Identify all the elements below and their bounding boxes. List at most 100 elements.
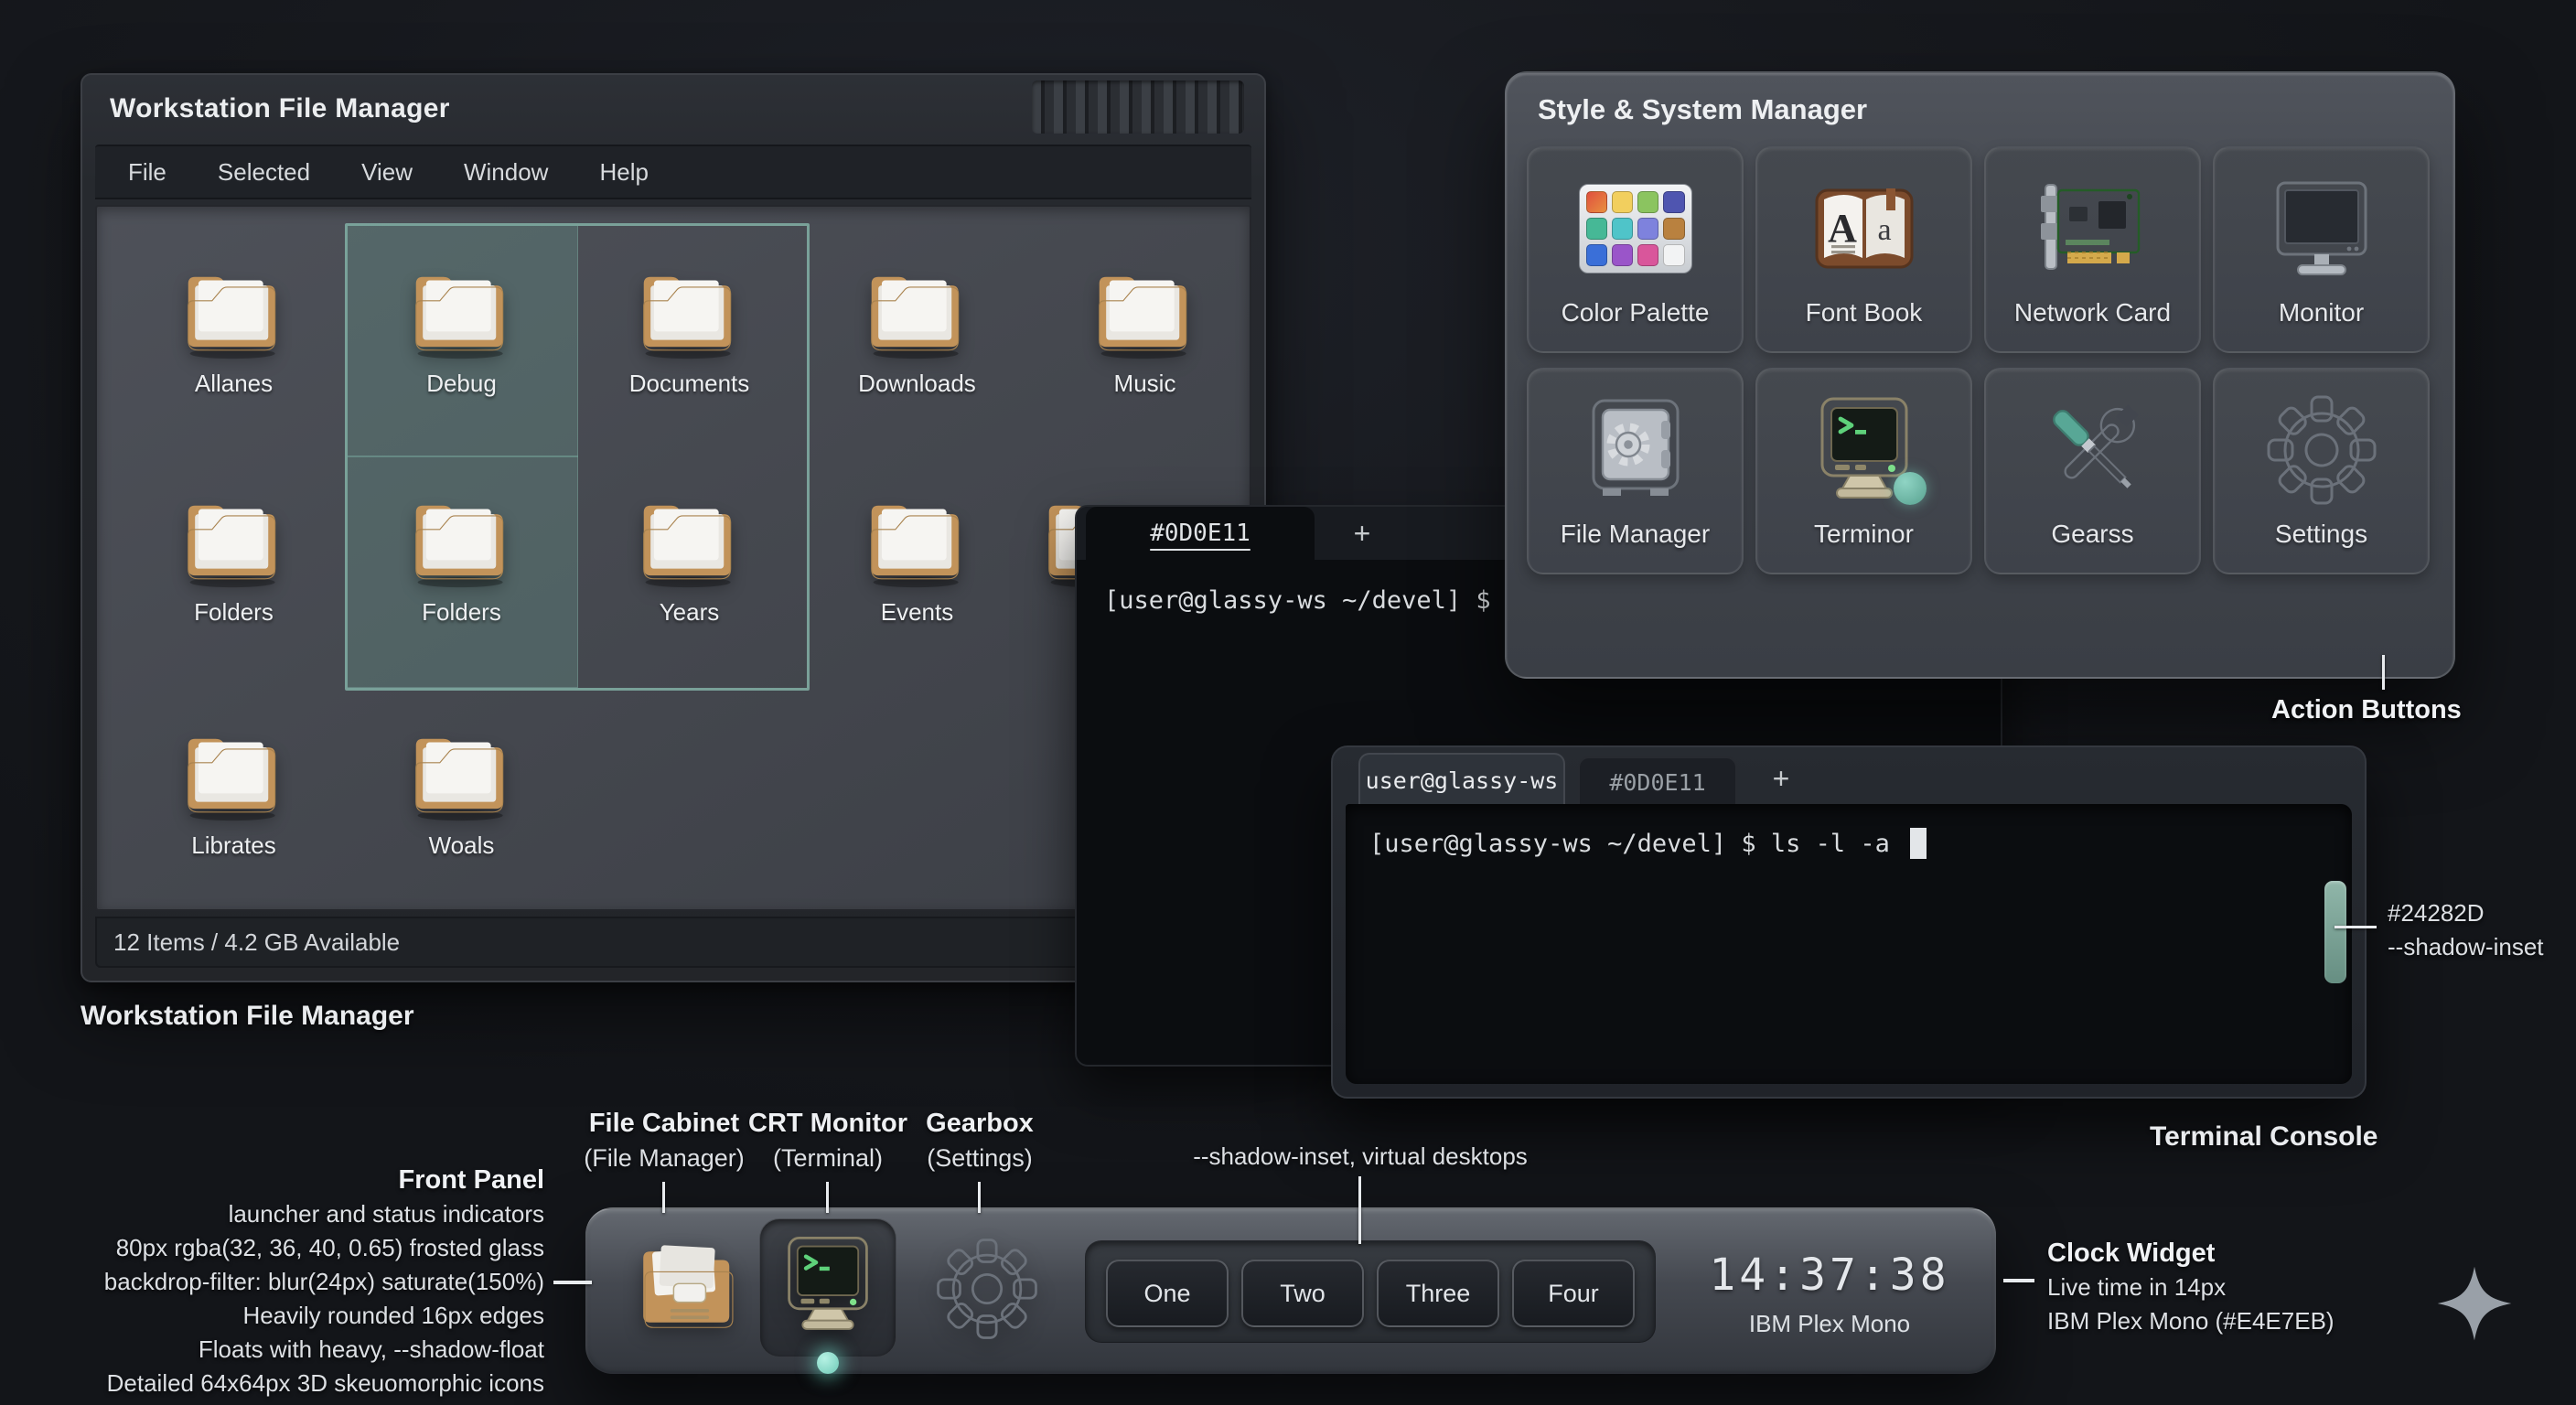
action-buttons-annotation: Action Buttons	[2271, 693, 2462, 727]
dock-terminal-button[interactable]	[774, 1231, 882, 1339]
folder-icon	[634, 490, 746, 589]
desktop-three-button[interactable]: Three	[1377, 1260, 1499, 1327]
font-book-icon: A a	[1806, 170, 1923, 287]
folder-icon	[406, 724, 518, 822]
folder-item[interactable]: Years	[575, 461, 803, 690]
folder-item[interactable]: Librates	[120, 694, 348, 911]
leader-line-crt-monitor	[826, 1182, 829, 1213]
terminal-prompt: [user@glassy-ws ~/devel] $	[1104, 586, 1506, 615]
window-grille-decoration	[1032, 80, 1244, 134]
notification-dot	[1894, 472, 1927, 505]
folder-label: Folders	[422, 598, 501, 627]
folder-label: Librates	[191, 831, 276, 860]
leader-line-front-panel	[553, 1281, 592, 1284]
new-tab-button[interactable]: +	[1754, 753, 1809, 804]
clock-widget-annotation: Clock Widget Live time in 14px IBM Plex …	[2047, 1237, 2334, 1338]
leader-line-scrollbar	[2334, 926, 2377, 928]
tile-monitor[interactable]: Monitor	[2213, 146, 2430, 353]
style-system-manager-window: Style & System Manager Color Palette A a…	[1505, 71, 2455, 679]
terminal-tab-inactive[interactable]: #0D0E11	[1578, 756, 1737, 806]
tile-color-palette[interactable]: Color Palette	[1527, 146, 1744, 353]
front-panel-annotation: Front Panel launcher and status indicato…	[69, 1164, 544, 1400]
virtual-desktop-pager: One Two Three Four	[1085, 1240, 1656, 1343]
terminal-output[interactable]: [user@glassy-ws ~/devel] $	[1104, 582, 1533, 618]
folder-icon	[178, 490, 290, 589]
safe-icon	[1577, 391, 1694, 509]
folder-item[interactable]: Documents	[575, 232, 803, 461]
wrench-screwdriver-icon	[2034, 391, 2152, 509]
folder-icon	[634, 262, 746, 360]
menu-window[interactable]: Window	[464, 158, 548, 187]
folder-label: Events	[881, 598, 954, 627]
tile-file-manager[interactable]: File Manager	[1527, 368, 1744, 574]
window-title: Workstation File Manager	[110, 93, 450, 124]
scrollbar-thumb[interactable]	[2324, 881, 2346, 983]
new-tab-button[interactable]: +	[1335, 507, 1390, 560]
desktop-four-button[interactable]: Four	[1512, 1260, 1635, 1327]
folder-label: Folders	[194, 598, 274, 627]
tile-label: Font Book	[1806, 298, 1923, 327]
menu-selected[interactable]: Selected	[218, 158, 310, 187]
gear-icon	[2263, 391, 2380, 509]
folder-icon	[862, 490, 973, 589]
tile-font-book[interactable]: A a Font Book	[1755, 146, 1972, 353]
menu-view[interactable]: View	[361, 158, 413, 187]
folder-icon	[406, 490, 518, 589]
terminal-tab-active[interactable]: user@glassy-ws	[1358, 753, 1565, 806]
terminal-tab-active[interactable]: #0D0E11	[1086, 507, 1315, 560]
terminal-prompt: [user@glassy-ws ~/devel] $ ls -l -a	[1369, 830, 1905, 858]
folder-label: Downloads	[858, 370, 976, 398]
folder-icon	[178, 724, 290, 822]
leader-line-ok	[2382, 655, 2385, 690]
folder-label: Documents	[629, 370, 750, 398]
sparkle-icon	[2435, 1264, 2514, 1343]
leader-line-gearbox	[978, 1182, 981, 1213]
running-indicator-dot	[817, 1352, 839, 1374]
folder-item[interactable]: Allanes	[120, 232, 348, 461]
folder-item[interactable]: Woals	[348, 694, 575, 911]
folder-label: Years	[660, 598, 720, 627]
desktop: { "file_manager": { "title": "Workstatio…	[0, 0, 2576, 1405]
menu-file[interactable]: File	[128, 158, 166, 187]
dock-file-manager-button[interactable]	[635, 1233, 743, 1341]
clock-font-label: IBM Plex Mono	[1692, 1310, 1967, 1338]
leader-line-pager	[1358, 1176, 1361, 1244]
folder-label: Woals	[429, 831, 495, 860]
folder-label: Allanes	[195, 370, 273, 398]
tile-terminor[interactable]: Terminor	[1755, 368, 1972, 574]
folder-item[interactable]: Downloads	[803, 232, 1031, 461]
tile-network-card[interactable]: Network Card	[1984, 146, 2201, 353]
folder-item[interactable]: Debug	[348, 232, 575, 461]
folder-icon	[862, 262, 973, 360]
folder-label: Music	[1114, 370, 1176, 398]
window-title: Style & System Manager	[1538, 93, 1867, 126]
tile-label: Color Palette	[1562, 298, 1710, 327]
dock-label-gearbox: Gearbox (Settings)	[870, 1109, 1089, 1173]
terminal-screen[interactable]: [user@glassy-ws ~/devel] $ ls -l -a	[1346, 804, 2352, 1084]
leader-line-clock	[2003, 1279, 2034, 1282]
folder-item[interactable]: Music	[1031, 232, 1251, 461]
folder-item[interactable]: Folders	[120, 461, 348, 690]
gear-icon	[933, 1235, 1041, 1343]
monitor-icon	[2263, 170, 2380, 287]
scrollbar-annotation: #24282D --shadow-inset	[2388, 896, 2544, 964]
tile-label: File Manager	[1561, 520, 1710, 549]
menu-help[interactable]: Help	[599, 158, 648, 187]
desktop-one-button[interactable]: One	[1106, 1260, 1229, 1327]
network-card-icon	[2034, 170, 2152, 287]
crt-terminal-icon	[774, 1231, 882, 1339]
tile-label: Settings	[2275, 520, 2367, 549]
tile-gearss[interactable]: Gearss	[1984, 368, 2201, 574]
dock-settings-button[interactable]	[933, 1235, 1041, 1343]
pager-annotation: --shadow-inset, virtual desktops	[1177, 1140, 1543, 1174]
desktop-two-button[interactable]: Two	[1241, 1260, 1364, 1327]
tile-settings[interactable]: Settings	[2213, 368, 2430, 574]
clock-widget: 14:37:38 IBM Plex Mono	[1692, 1249, 1967, 1338]
folder-icon	[1089, 262, 1201, 360]
svg-text:A: A	[1828, 206, 1857, 251]
folder-label: Debug	[426, 370, 497, 398]
terminal-cursor	[1910, 828, 1927, 859]
file-manager-caption: Workstation File Manager	[80, 1001, 414, 1032]
terminal-console-caption: Terminal Console	[2150, 1121, 2378, 1153]
folder-item[interactable]: Folders	[348, 461, 575, 690]
